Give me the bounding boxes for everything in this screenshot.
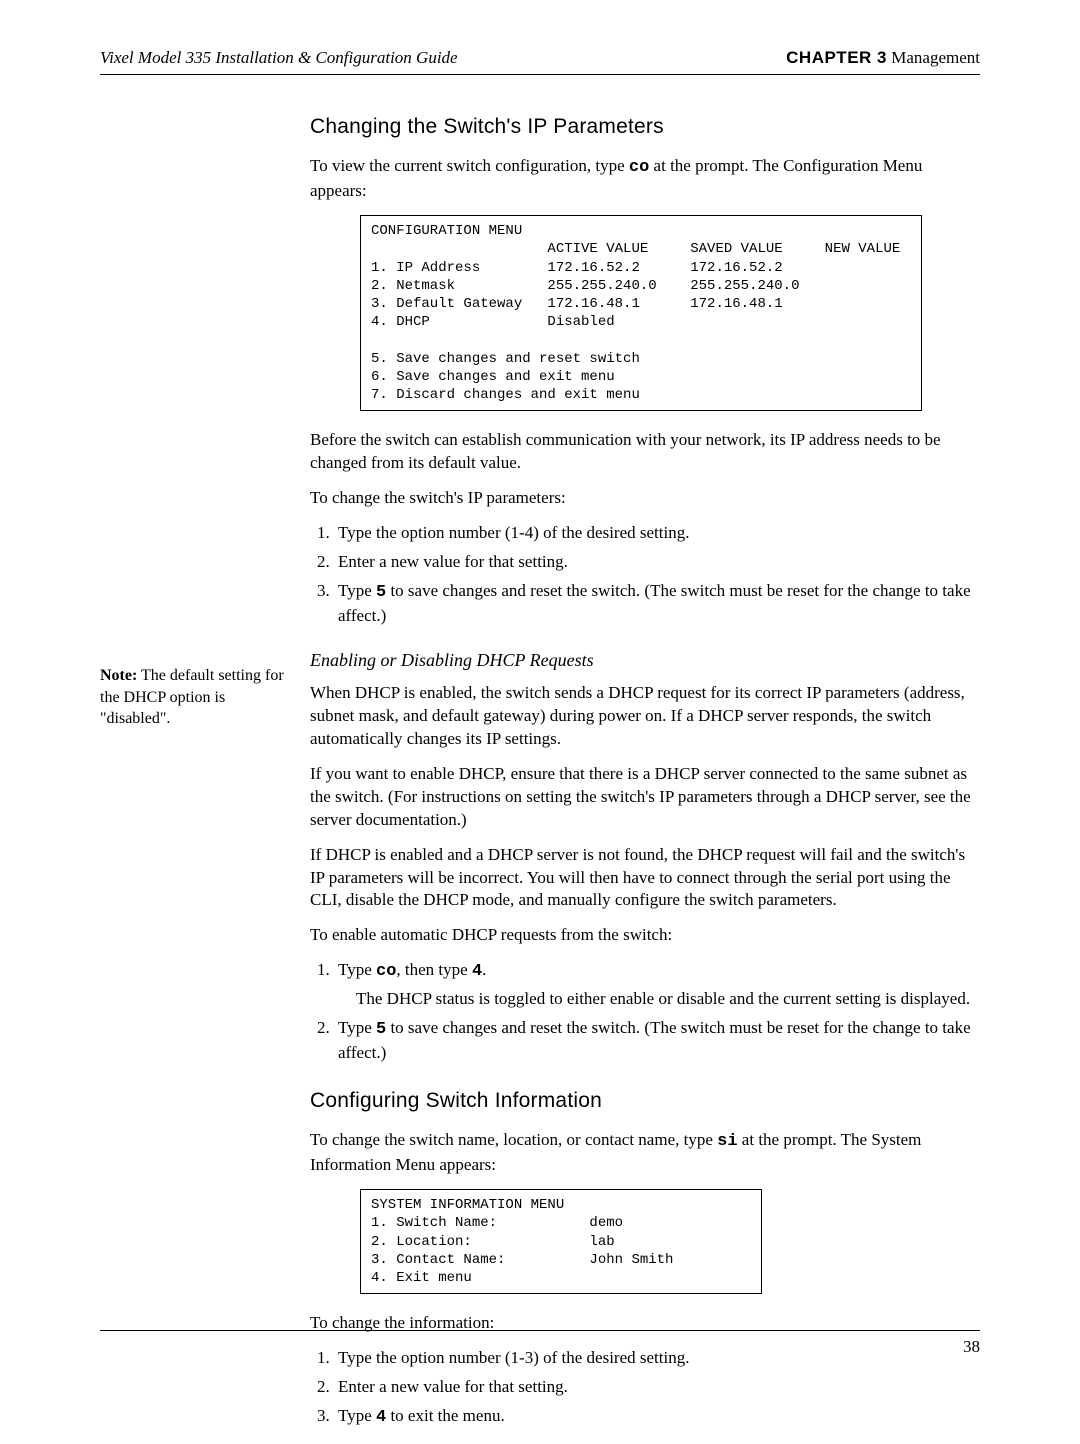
side-note-label: Note: <box>100 667 137 684</box>
paragraph: To change the switch's IP parameters: <box>310 487 980 510</box>
paragraph: To view the current switch configuration… <box>310 155 980 203</box>
terminal-output-sysinfo-menu: SYSTEM INFORMATION MENU 1. Switch Name: … <box>360 1189 762 1294</box>
step-item: Enter a new value for that setting. <box>334 551 980 574</box>
step-item: Enter a new value for that setting. <box>334 1376 980 1399</box>
step-item: Type co, then type 4. The DHCP status is… <box>334 959 980 1011</box>
paragraph: Before the switch can establish communic… <box>310 429 980 475</box>
main-column: Changing the Switch's IP Parameters To v… <box>310 113 980 1444</box>
header-doc-title: Vixel Model 335 Installation & Configura… <box>100 48 458 68</box>
inline-command: si <box>717 1132 737 1151</box>
header-chapter: CHAPTER 3 Management <box>786 48 980 68</box>
text: Type <box>338 1018 376 1037</box>
paragraph: When DHCP is enabled, the switch sends a… <box>310 682 980 751</box>
steps-list: Type co, then type 4. The DHCP status is… <box>310 959 980 1065</box>
inline-command: co <box>376 962 396 981</box>
page-header: Vixel Model 335 Installation & Configura… <box>100 48 980 75</box>
paragraph: If DHCP is enabled and a DHCP server is … <box>310 844 980 913</box>
text: To change the switch name, location, or … <box>310 1130 717 1149</box>
text: . <box>482 960 486 979</box>
step-item: Type the option number (1-4) of the desi… <box>334 522 980 545</box>
page: Vixel Model 335 Installation & Configura… <box>0 0 1080 1397</box>
step-item: Type 5 to save changes and reset the swi… <box>334 1017 980 1065</box>
page-number: 38 <box>963 1337 980 1356</box>
text: to save changes and reset the switch. (T… <box>338 581 971 625</box>
side-column: Note: The default setting for the DHCP o… <box>100 113 310 1444</box>
text: Type <box>338 581 376 600</box>
inline-command: 5 <box>376 1020 386 1039</box>
page-footer: 38 <box>100 1330 980 1357</box>
paragraph: To enable automatic DHCP requests from t… <box>310 924 980 947</box>
step-subtext: The DHCP status is toggled to either ena… <box>356 988 980 1011</box>
side-note: Note: The default setting for the DHCP o… <box>100 665 290 730</box>
inline-command: 4 <box>472 962 482 981</box>
inline-command: 4 <box>376 1408 386 1427</box>
text: to save changes and reset the switch. (T… <box>338 1018 971 1062</box>
text: to exit the menu. <box>386 1406 505 1425</box>
section-heading-switch-info: Configuring Switch Information <box>310 1087 980 1115</box>
steps-list: Type the option number (1-4) of the desi… <box>310 522 980 628</box>
paragraph: To change the switch name, location, or … <box>310 1129 980 1177</box>
inline-command: co <box>629 158 649 177</box>
chapter-title: Management <box>887 48 980 67</box>
text: Type <box>338 960 376 979</box>
chapter-number: CHAPTER 3 <box>786 48 887 67</box>
terminal-output-config-menu: CONFIGURATION MENU ACTIVE VALUE SAVED VA… <box>360 215 922 411</box>
paragraph: If you want to enable DHCP, ensure that … <box>310 763 980 832</box>
subsection-heading-dhcp: Enabling or Disabling DHCP Requests <box>310 648 980 672</box>
inline-command: 5 <box>376 583 386 602</box>
text: Type <box>338 1406 376 1425</box>
text: To view the current switch configuration… <box>310 156 629 175</box>
content-grid: Note: The default setting for the DHCP o… <box>100 113 980 1444</box>
step-item: Type 4 to exit the menu. <box>334 1405 980 1430</box>
section-heading-ip-params: Changing the Switch's IP Parameters <box>310 113 980 141</box>
step-item: Type 5 to save changes and reset the swi… <box>334 580 980 628</box>
text: , then type <box>396 960 472 979</box>
steps-list: Type the option number (1-3) of the desi… <box>310 1347 980 1430</box>
